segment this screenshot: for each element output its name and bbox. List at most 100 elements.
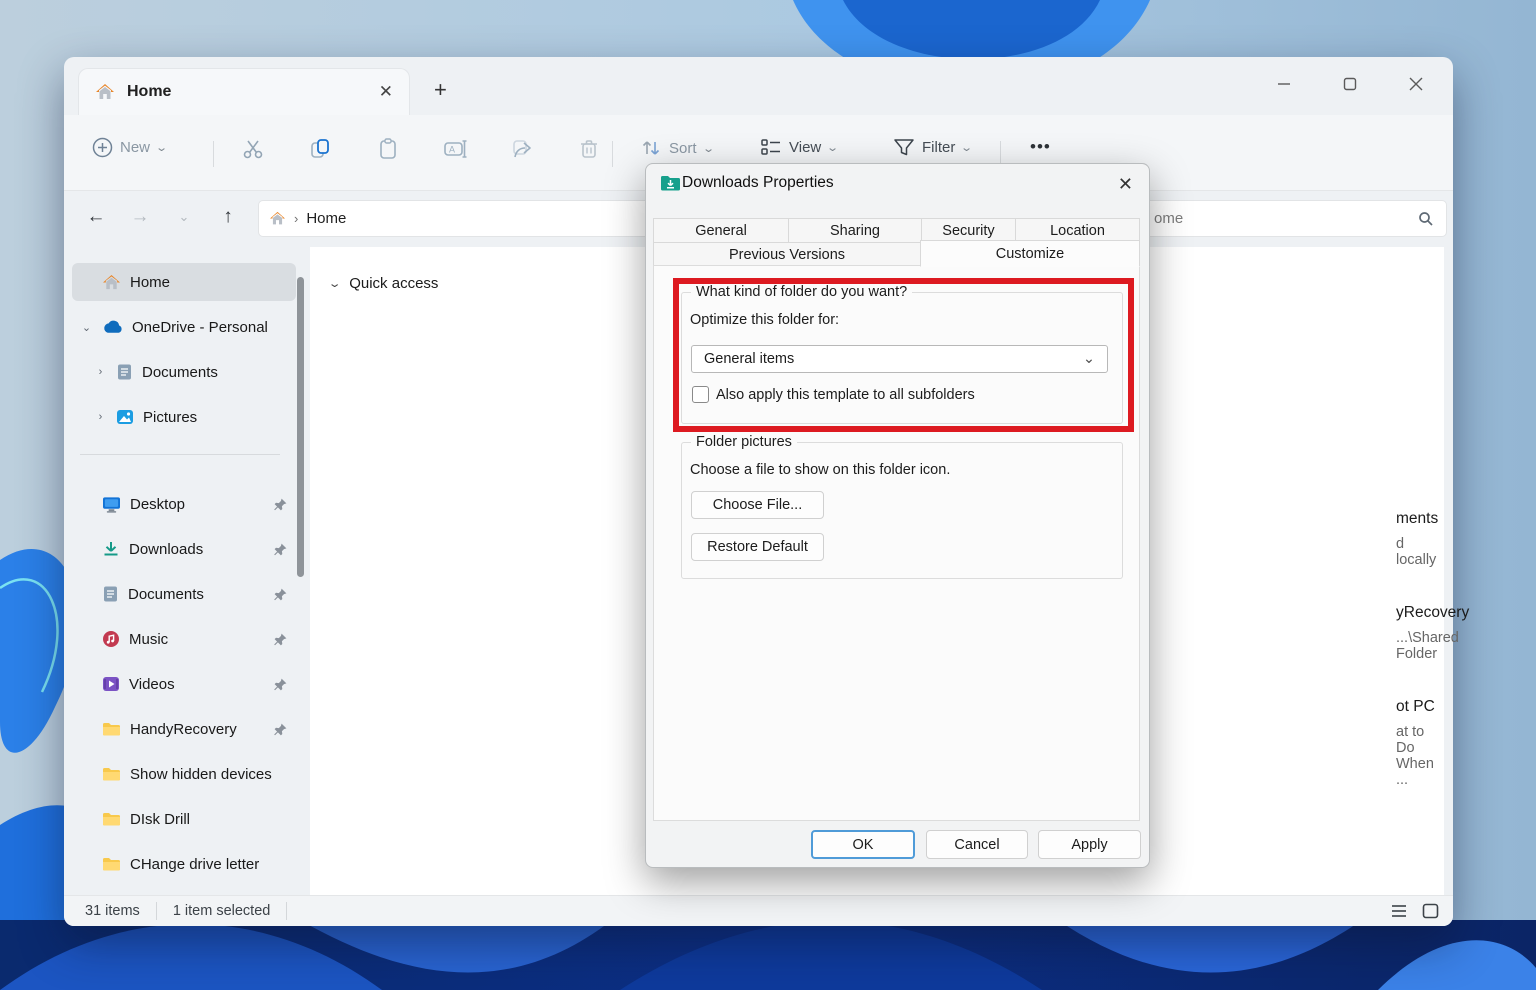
onedrive-cloud-icon — [102, 320, 123, 334]
chevron-down-icon: ⌄ — [961, 141, 974, 154]
ok-button[interactable]: OK — [811, 830, 915, 859]
dialog-title: Downloads Properties — [682, 174, 834, 192]
large-icons-view-icon[interactable] — [1422, 903, 1439, 919]
breadcrumb-separator: › — [294, 211, 298, 226]
forward-icon[interactable]: → — [122, 199, 158, 235]
sidebar-item-show-hidden-devices[interactable]: Show hidden devices — [72, 755, 296, 793]
more-options-button[interactable]: ••• — [1030, 137, 1051, 157]
sidebar-scrollbar[interactable] — [297, 277, 304, 577]
cut-button[interactable] — [241, 137, 265, 161]
view-button[interactable]: View ⌄ — [760, 137, 837, 157]
share-button[interactable] — [511, 137, 535, 161]
search-placeholder-fragment: ome — [1154, 210, 1183, 227]
home-icon — [102, 274, 121, 291]
pin-icon — [273, 722, 288, 737]
apply-button[interactable]: Apply — [1038, 830, 1141, 859]
copy-icon — [308, 137, 332, 161]
pin-icon — [273, 632, 288, 647]
close-window-icon[interactable] — [1397, 67, 1435, 101]
tab-previous-versions[interactable]: Previous Versions — [653, 242, 921, 267]
maximize-icon[interactable] — [1331, 67, 1369, 101]
recent-locations-chevron-icon[interactable]: ⌄ — [166, 199, 202, 235]
tab-general[interactable]: General — [653, 218, 789, 243]
folder-pictures-caption: Choose a file to show on this folder ico… — [690, 462, 950, 478]
music-icon — [102, 630, 120, 648]
folder-icon — [102, 721, 121, 737]
desktop-screen: Home ✕ + New ⌄ — [0, 0, 1536, 990]
clipboard-icon — [376, 137, 400, 161]
paste-button[interactable] — [376, 137, 400, 161]
search-input[interactable]: ome — [1141, 200, 1447, 237]
explorer-tab-home[interactable]: Home ✕ — [78, 68, 410, 115]
trash-icon — [578, 137, 600, 161]
home-icon — [95, 83, 115, 101]
sidebar-item-onedrive[interactable]: ⌄ OneDrive - Personal — [72, 308, 296, 346]
tile-fragment-title: yRecovery — [1396, 604, 1469, 622]
plus-circle-icon — [92, 137, 113, 158]
sidebar-item-downloads[interactable]: Downloads — [72, 530, 296, 568]
sidebar-item-handyrecovery[interactable]: HandyRecovery — [72, 710, 296, 748]
pin-icon — [273, 587, 288, 602]
pin-icon — [273, 497, 288, 512]
new-button[interactable]: New ⌄ — [92, 137, 166, 158]
chevron-down-icon[interactable]: ⌄ — [80, 321, 93, 334]
sort-button[interactable]: Sort ⌄ — [640, 137, 713, 159]
search-icon — [1418, 211, 1434, 227]
cancel-button[interactable]: Cancel — [926, 830, 1028, 859]
minimize-icon[interactable] — [1265, 67, 1303, 101]
sort-icon — [640, 137, 662, 159]
tile-fragment-title: ot PC — [1396, 698, 1435, 716]
downloads-folder-icon — [660, 174, 681, 192]
pictures-icon — [116, 409, 134, 425]
desktop-icon — [102, 496, 121, 513]
document-icon — [102, 585, 119, 603]
home-icon — [269, 211, 286, 226]
folder-icon — [102, 766, 121, 782]
videos-icon — [102, 676, 120, 692]
chevron-down-icon: ⌄ — [328, 277, 342, 290]
details-view-icon[interactable] — [1390, 903, 1408, 919]
sidebar-item-documents-onedrive[interactable]: › Documents — [72, 353, 296, 391]
document-icon — [116, 363, 133, 381]
filter-funnel-icon — [893, 137, 915, 157]
sidebar-item-disk-drill[interactable]: DIsk Drill — [72, 800, 296, 838]
chevron-down-icon: ⌄ — [826, 141, 839, 154]
share-icon — [511, 137, 535, 161]
downloads-properties-dialog: Downloads Properties ✕ General Sharing S… — [645, 163, 1150, 868]
rename-icon: A — [443, 137, 469, 161]
restore-default-button[interactable]: Restore Default — [691, 533, 824, 561]
back-icon[interactable]: ← — [78, 199, 114, 235]
tab-customize[interactable]: Customize — [920, 240, 1140, 267]
sidebar-item-home[interactable]: Home — [72, 263, 296, 301]
sidebar-item-music[interactable]: Music — [72, 620, 296, 658]
tile-fragment-subtitle: d locally — [1396, 536, 1444, 568]
sidebar-item-change-drive-letter[interactable]: CHange drive letter — [72, 845, 296, 883]
status-bar: 31 items 1 item selected — [64, 895, 1453, 926]
dialog-close-icon[interactable]: ✕ — [1118, 174, 1133, 195]
tile-fragment-subtitle: ...\Shared Folder — [1396, 630, 1459, 662]
sidebar-item-pictures[interactable]: › Pictures — [72, 398, 296, 436]
quick-access-header[interactable]: ⌄ Quick access — [330, 275, 438, 292]
view-list-icon — [760, 137, 782, 157]
tab-title: Home — [127, 83, 171, 101]
sidebar-item-desktop[interactable]: Desktop — [72, 485, 296, 523]
sidebar-item-documents[interactable]: Documents — [72, 575, 296, 613]
chevron-right-icon[interactable]: › — [94, 366, 107, 378]
chevron-right-icon[interactable]: › — [94, 411, 107, 423]
up-icon[interactable]: ↑ — [210, 199, 246, 235]
pin-icon — [273, 542, 288, 557]
choose-file-button[interactable]: Choose File... — [691, 491, 824, 519]
delete-button[interactable] — [578, 137, 600, 161]
tile-fragment-title: ments — [1396, 510, 1438, 528]
sidebar-item-videos[interactable]: Videos — [72, 665, 296, 703]
rename-button[interactable]: A — [443, 137, 469, 161]
copy-button[interactable] — [308, 137, 332, 161]
new-tab-icon[interactable]: + — [434, 77, 447, 103]
folder-icon — [102, 811, 121, 827]
breadcrumb[interactable]: Home — [306, 210, 346, 227]
scissors-icon — [241, 137, 265, 161]
tab-sharing[interactable]: Sharing — [788, 218, 922, 243]
filter-button[interactable]: Filter ⌄ — [893, 137, 972, 157]
close-tab-icon[interactable]: ✕ — [379, 82, 393, 102]
folder-icon — [102, 856, 121, 872]
